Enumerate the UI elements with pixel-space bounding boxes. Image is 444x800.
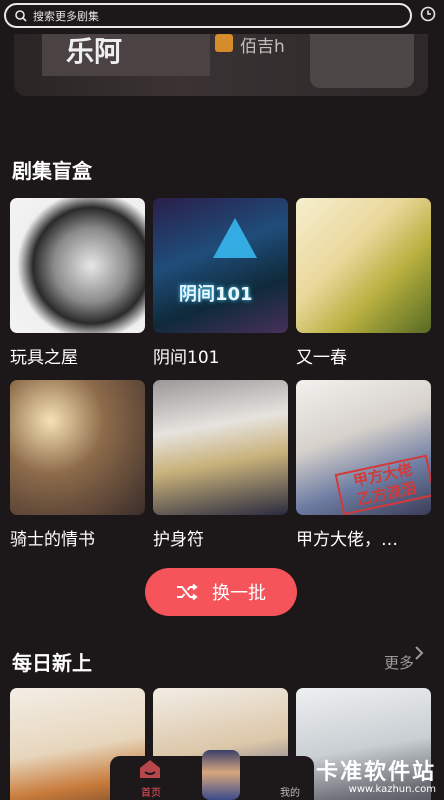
drama-title: 阴间101 [153, 348, 220, 368]
shuffle-icon [177, 583, 198, 601]
avatar[interactable] [202, 750, 240, 800]
shuffle-button[interactable]: 换一批 [145, 568, 297, 616]
banner-image-right [310, 26, 414, 88]
home-icon[interactable] [138, 758, 162, 780]
watermark-main: 卡准软件站 [315, 760, 436, 785]
search-bar[interactable]: 搜索更多剧集 [4, 3, 412, 28]
top-bar: 搜索更多剧集 [0, 0, 444, 34]
drama-cover [10, 198, 145, 333]
shuffle-label: 换一批 [212, 583, 266, 604]
chevron-right-icon[interactable] [414, 646, 424, 660]
search-icon [15, 9, 27, 22]
drama-cover [153, 380, 288, 515]
banner-carousel[interactable]: 乐阿 佰吉h [14, 26, 428, 96]
drama-card[interactable]: 骑士的情书 [10, 380, 145, 550]
drama-cover [296, 198, 431, 333]
section-title-daily-new: 每日新上 [12, 651, 92, 675]
search-placeholder: 搜索更多剧集 [33, 9, 99, 23]
nav-home-label[interactable]: 首页 [141, 784, 161, 799]
banner-left-text: 乐阿 [66, 35, 123, 68]
drama-cover: 阴间101 [153, 198, 288, 333]
nav-mine-label[interactable]: 我的 [280, 784, 300, 799]
drama-title: 又一春 [296, 348, 347, 368]
cover-stamp-text: 甲方大佬 乙方流泪 [334, 454, 431, 515]
drama-cover [10, 380, 145, 515]
cover-title-text: 阴间101 [179, 284, 253, 305]
banner-logo [215, 34, 233, 52]
watermark: 卡准软件站 www.kazhun.com [316, 754, 436, 795]
history-clock-icon[interactable] [420, 6, 436, 22]
drama-cover: 甲方大佬 乙方流泪 [296, 380, 431, 515]
drama-card[interactable]: 玩具之屋 [10, 198, 145, 368]
section-title-blind-box: 剧集盲盒 [12, 159, 92, 183]
drama-card[interactable]: 护身符 [153, 380, 288, 550]
drama-title: 玩具之屋 [10, 348, 78, 368]
drama-title: 护身符 [153, 530, 204, 550]
bottom-navigation: 首页 我的 [110, 750, 314, 800]
neon-triangle [213, 218, 257, 258]
banner-right-text: 佰吉h [240, 37, 285, 57]
drama-title: 骑士的情书 [10, 530, 95, 550]
drama-card[interactable]: 甲方大佬 乙方流泪 甲方大佬，… [296, 380, 431, 550]
drama-card[interactable]: 阴间101 阴间101 [153, 198, 288, 368]
drama-title: 甲方大佬，… [296, 530, 398, 550]
more-link[interactable]: 更多 [384, 652, 414, 673]
drama-card[interactable]: 又一春 [296, 198, 431, 368]
